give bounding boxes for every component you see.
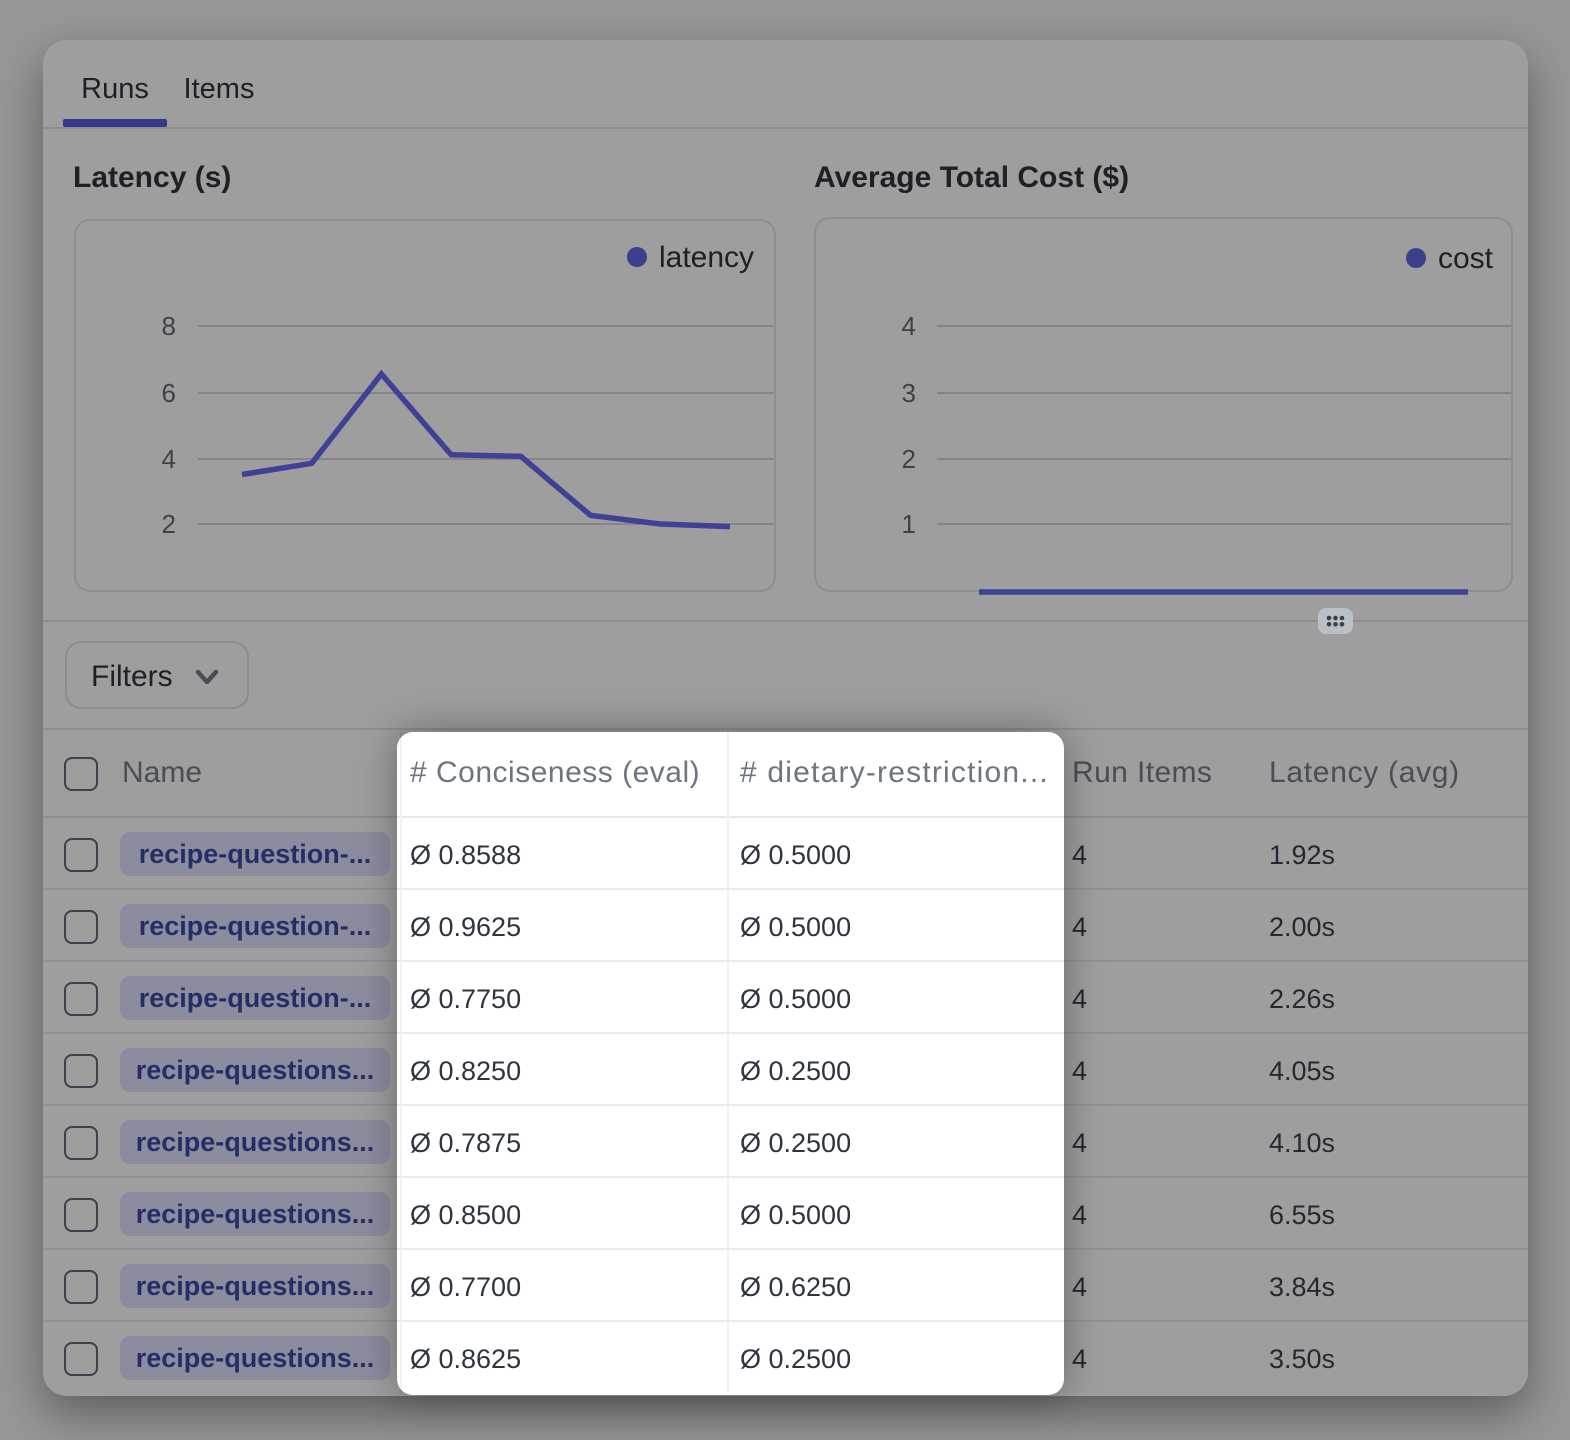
svg-text:2: 2 xyxy=(902,444,916,474)
svg-text:4: 4 xyxy=(162,444,176,474)
svg-text:3: 3 xyxy=(902,378,916,408)
svg-text:latency: latency xyxy=(659,241,754,274)
svg-text:8: 8 xyxy=(162,311,176,341)
svg-text:cost: cost xyxy=(1438,242,1494,275)
svg-text:4: 4 xyxy=(902,311,916,341)
svg-text:1: 1 xyxy=(902,509,916,539)
svg-text:2: 2 xyxy=(162,509,176,539)
svg-text:6: 6 xyxy=(162,378,176,408)
